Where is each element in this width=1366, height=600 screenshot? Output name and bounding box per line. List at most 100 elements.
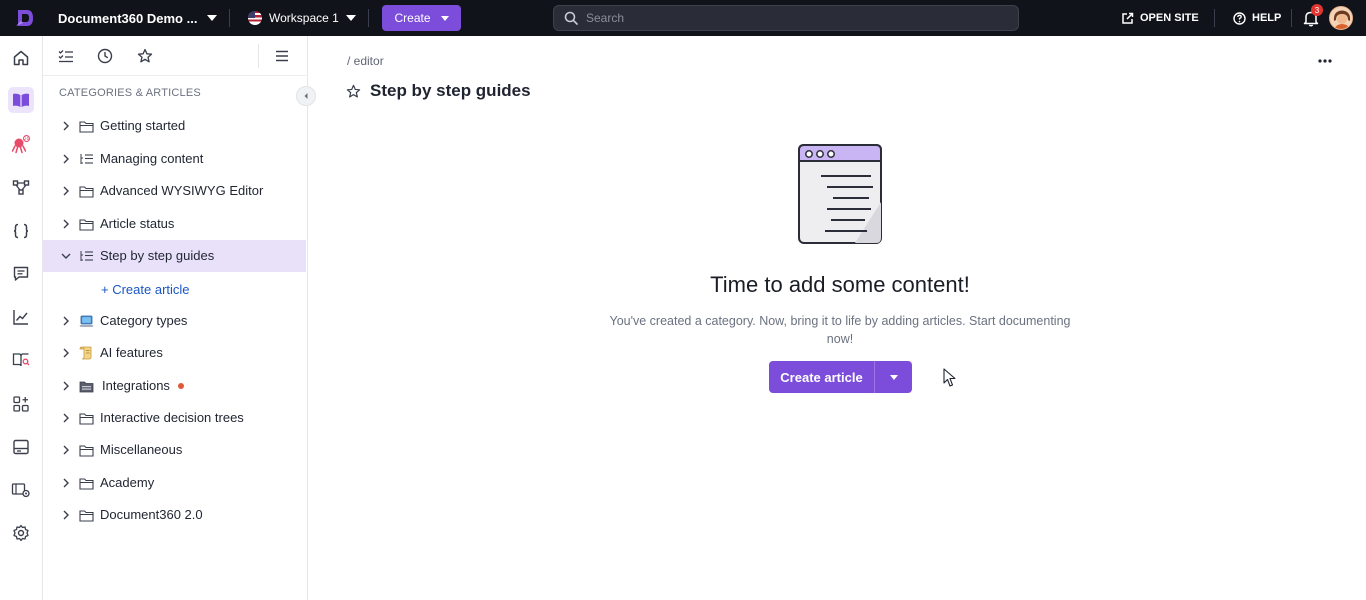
chevron-down-icon: [889, 374, 898, 380]
empty-state-description: You've created a category. Now, bring it…: [609, 314, 1071, 346]
project-switcher[interactable]: Document360 Demo ...: [58, 0, 218, 36]
rail-knowledge-base[interactable]: [11, 350, 31, 370]
chevron-right-icon[interactable]: [60, 347, 72, 359]
tree-item-label: Managing content: [100, 151, 204, 166]
create-article-link[interactable]: + Create article: [101, 273, 301, 305]
rail-analytics[interactable]: [11, 307, 31, 327]
breadcrumb[interactable]: / editor: [347, 54, 384, 68]
clock-icon: [97, 48, 113, 64]
create-button[interactable]: Create: [382, 5, 461, 31]
app-rail: 26: [0, 36, 43, 600]
open-site-link[interactable]: OPEN SITE: [1121, 0, 1199, 36]
chevron-right-icon[interactable]: [60, 444, 72, 456]
folder-icon: [78, 217, 94, 231]
top-bar: Document360 Demo ... Workspace 1 Create …: [0, 0, 1366, 36]
tree-item-advanced-wysiwyg-editor[interactable]: Advanced WYSIWYG Editor: [43, 175, 306, 207]
tree-item-label: Category types: [100, 313, 188, 328]
mouse-cursor-icon: [943, 368, 956, 387]
tree-item-label: Academy: [100, 475, 155, 490]
starred-button[interactable]: [135, 46, 155, 66]
tree-item-label: Article status: [100, 216, 175, 231]
create-label: Create: [394, 11, 431, 25]
user-avatar-icon: [1330, 7, 1352, 29]
chevron-right-icon[interactable]: [60, 153, 72, 165]
chevron-right-icon[interactable]: [60, 185, 72, 197]
chevron-right-icon[interactable]: [60, 380, 72, 392]
rail-settings[interactable]: [11, 523, 31, 543]
create-article-dropdown[interactable]: [875, 361, 912, 393]
tree-item-interactive-decision-trees[interactable]: Interactive decision trees: [43, 402, 306, 434]
create-article-button[interactable]: Create article: [769, 361, 875, 393]
recent-button[interactable]: [95, 46, 115, 66]
divider: [368, 9, 369, 27]
create-article-split-button: Create article: [769, 361, 912, 393]
tree-item-miscellaneous[interactable]: Miscellaneous: [43, 434, 306, 466]
more-options-button[interactable]: [1314, 52, 1336, 70]
chevron-down-icon: [345, 15, 356, 21]
workspace-switcher[interactable]: Workspace 1: [248, 0, 356, 36]
avatar[interactable]: [1329, 6, 1353, 30]
hamburger-icon: [276, 50, 288, 62]
folder-icon: [78, 508, 94, 522]
chevron-right-icon[interactable]: [60, 509, 72, 521]
divider: [1291, 9, 1292, 27]
document360-logo[interactable]: [14, 7, 36, 29]
page-title: Step by step guides: [370, 81, 531, 100]
gear-icon: [13, 524, 29, 542]
chevron-down-icon[interactable]: [60, 250, 72, 262]
search-input[interactable]: [586, 11, 1006, 25]
rail-documentation[interactable]: [8, 87, 34, 113]
chat-icon: [13, 266, 29, 281]
help-icon: [1233, 11, 1246, 25]
rail-layout[interactable]: [11, 437, 31, 457]
list-tree-icon: [78, 249, 94, 263]
chevron-right-icon[interactable]: [60, 315, 72, 327]
rail-feedback[interactable]: [11, 264, 31, 284]
collapse-sidebar-button[interactable]: [296, 86, 316, 106]
tree-item-integrations[interactable]: Integrations: [43, 370, 306, 402]
laptop-emoji-icon: [78, 314, 94, 328]
help-link[interactable]: HELP: [1233, 0, 1281, 36]
help-label: HELP: [1252, 12, 1282, 24]
tree-item-article-status[interactable]: Article status: [43, 208, 306, 240]
rail-site-settings[interactable]: [11, 480, 31, 500]
book-search-icon: [12, 353, 30, 367]
search-box[interactable]: [553, 5, 1019, 31]
tree-item-document360-2[interactable]: Document360 2.0: [43, 499, 306, 531]
chevron-right-icon[interactable]: [60, 412, 72, 424]
chevron-right-icon[interactable]: [60, 120, 72, 132]
rail-flows[interactable]: [11, 177, 31, 197]
external-link-icon: [1122, 12, 1134, 24]
us-flag-icon: [248, 11, 262, 25]
all-articles-button[interactable]: [56, 46, 76, 66]
status-dot: [177, 382, 184, 389]
create-article-link-label: + Create article: [101, 281, 190, 297]
categories-sidebar: CATEGORIES & ARTICLES Getting started Ma…: [43, 36, 316, 600]
chevron-right-icon[interactable]: [60, 218, 72, 230]
rail-api[interactable]: [11, 221, 31, 241]
tree-item-label: AI features: [100, 345, 163, 360]
tree-item-category-types[interactable]: Category types: [43, 305, 306, 337]
rail-widgets[interactable]: [11, 394, 31, 414]
tree-item-step-by-step-guides[interactable]: Step by step guides: [43, 240, 306, 272]
folder-icon: [78, 443, 94, 457]
tree-item-academy[interactable]: Academy: [43, 467, 306, 499]
analytics-icon: [13, 310, 28, 325]
tree-item-label: Getting started: [100, 118, 186, 133]
divider: [258, 44, 259, 68]
rail-home[interactable]: [11, 48, 31, 68]
menu-button[interactable]: [272, 46, 292, 66]
tree-item-getting-started[interactable]: Getting started: [43, 110, 306, 142]
tree-item-ai-features[interactable]: AI features: [43, 337, 306, 369]
folder-icon: [78, 476, 94, 490]
chevron-right-icon[interactable]: [60, 477, 72, 489]
rail-drive[interactable]: 26: [11, 135, 31, 155]
page-title-row: Step by step guides: [346, 81, 531, 101]
home-icon: [13, 50, 29, 66]
tree-item-label: Interactive decision trees: [100, 410, 244, 425]
more-horizontal-icon: [1318, 59, 1332, 63]
star-icon[interactable]: [346, 84, 361, 99]
folder-icon: [78, 119, 94, 133]
tree-item-managing-content[interactable]: Managing content: [43, 143, 306, 175]
tree-item-label: Integrations: [102, 378, 184, 393]
